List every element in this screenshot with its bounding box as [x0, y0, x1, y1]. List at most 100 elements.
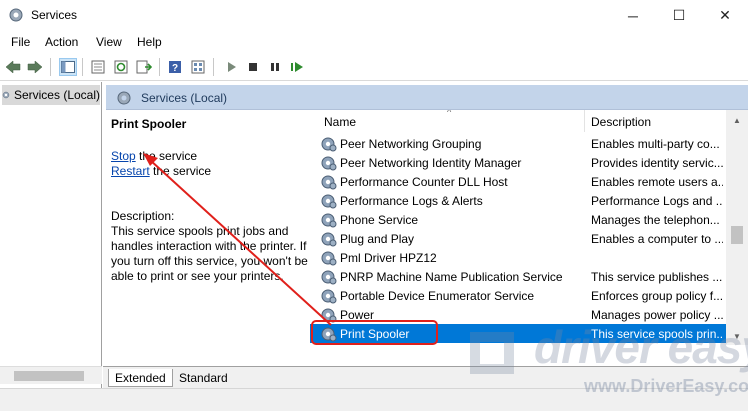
service-name: Phone Service	[340, 213, 419, 227]
service-description-cell: Enables remote users a...	[591, 175, 723, 189]
service-gear-icon	[321, 289, 337, 304]
description-label: Description:	[111, 209, 175, 223]
service-gear-icon	[321, 232, 337, 247]
stop-icon[interactable]	[244, 58, 262, 76]
tree-scroll-thumb[interactable]	[14, 371, 84, 381]
table-row[interactable]: PNRP Machine Name Publication Service Thi…	[310, 267, 726, 286]
service-description: Description: This service spools print j…	[111, 209, 309, 284]
services-gear-icon	[9, 8, 23, 22]
close-button[interactable]: ✕	[702, 0, 748, 31]
service-description-cell: Provides identity servic...	[591, 156, 723, 170]
view-icon[interactable]	[189, 58, 207, 76]
toolbar-separator	[82, 58, 83, 76]
toolbar-separator	[213, 58, 214, 76]
start-icon[interactable]	[222, 58, 240, 76]
service-description-cell: Enables a computer to ...	[591, 232, 723, 246]
service-gear-icon	[321, 156, 337, 171]
refresh-icon[interactable]	[112, 58, 130, 76]
stop-line: Stop the service	[111, 149, 197, 163]
service-gear-icon	[321, 213, 337, 228]
table-row[interactable]: Portable Device Enumerator Service Enforc…	[310, 286, 726, 305]
service-name: Portable Device Enumerator Service	[340, 289, 535, 303]
service-description-cell: Enforces group policy f...	[591, 289, 723, 303]
pane-header: Services (Local)	[106, 85, 748, 110]
tab-standard[interactable]: Standard	[173, 369, 234, 387]
services-gear-icon	[2, 91, 10, 99]
service-description-cell: Performance Logs and ...	[591, 194, 723, 208]
menu-file[interactable]: File	[11, 35, 30, 49]
sort-ascending-icon: ^	[447, 110, 452, 117]
stop-suffix: the service	[135, 149, 198, 163]
table-row[interactable]: Performance Logs & Alerts Performance Log…	[310, 191, 726, 210]
tree-horizontal-scrollbar[interactable]	[0, 366, 102, 384]
export-icon[interactable]	[135, 58, 153, 76]
service-gear-icon	[321, 194, 337, 209]
column-description[interactable]: Description	[591, 115, 651, 129]
column-header: ^ Name Description	[310, 110, 726, 132]
column-name[interactable]: Name	[324, 115, 356, 129]
forward-arrow-icon[interactable]	[26, 58, 44, 76]
service-detail-pane: Print Spooler Stop the service Restart t…	[106, 110, 309, 366]
tree-node-label: Services (Local)	[13, 88, 100, 102]
console-tree: Services (Local)	[0, 82, 102, 388]
service-name: Plug and Play	[340, 232, 415, 246]
vertical-scrollbar[interactable]: ▲ ▼	[726, 110, 748, 345]
toolbar-separator	[159, 58, 160, 76]
maximize-button[interactable]: ☐	[656, 0, 702, 31]
table-row[interactable]: Peer Networking Identity Manager Provides…	[310, 153, 726, 172]
toolbar-separator	[50, 58, 51, 76]
service-gear-icon	[321, 175, 337, 190]
view-tabs: Extended Standard	[103, 366, 748, 388]
column-separator[interactable]	[584, 110, 585, 132]
service-description-cell: Enables multi-party co...	[591, 137, 720, 151]
toolbar: ?	[0, 53, 748, 81]
table-row[interactable]: Pml Driver HPZ12	[310, 248, 726, 267]
properties-icon[interactable]	[89, 58, 107, 76]
service-name: Pml Driver HPZ12	[340, 251, 437, 265]
restart-line: Restart the service	[111, 164, 211, 178]
pause-icon[interactable]	[266, 58, 284, 76]
service-title: Print Spooler	[111, 117, 187, 131]
table-row[interactable]: Performance Counter DLL Host Enables remo…	[310, 172, 726, 191]
services-gear-icon	[117, 91, 131, 105]
tree-node-services-local[interactable]: Services (Local)	[2, 85, 100, 105]
service-description-cell: This service spools prin...	[591, 327, 723, 341]
service-name: Peer Networking Identity Manager	[340, 156, 522, 170]
svg-text:?: ?	[172, 63, 178, 74]
service-description-cell: Manages power policy ...	[591, 308, 723, 322]
stop-service-link[interactable]: Stop	[111, 149, 136, 163]
scroll-up-icon[interactable]: ▲	[733, 116, 741, 125]
title-bar: Services ─ ☐ ✕	[0, 0, 748, 31]
menu-view[interactable]: View	[96, 35, 122, 49]
window-title: Services	[31, 8, 78, 22]
restart-icon[interactable]	[288, 58, 306, 76]
scroll-thumb[interactable]	[731, 226, 743, 244]
service-gear-icon	[321, 251, 337, 266]
tab-extended[interactable]: Extended	[108, 369, 173, 387]
service-description-cell: This service publishes ...	[591, 270, 723, 284]
service-gear-icon	[321, 137, 337, 152]
service-name: Performance Logs & Alerts	[340, 194, 483, 208]
help-icon[interactable]: ?	[166, 58, 184, 76]
table-row[interactable]: Phone Service Manages the telephon...	[310, 210, 726, 229]
restart-service-link[interactable]: Restart	[111, 164, 150, 178]
menu-bar: File Action View Help	[0, 31, 748, 53]
status-bar	[0, 388, 748, 411]
service-gear-icon	[321, 270, 337, 285]
menu-help[interactable]: Help	[137, 35, 162, 49]
description-text: This service spools print jobs and handl…	[111, 224, 308, 283]
table-row[interactable]: Peer Networking Grouping Enables multi-pa…	[310, 134, 726, 153]
back-arrow-icon[interactable]	[4, 58, 22, 76]
print-spooler-highlight	[311, 320, 438, 345]
minimize-button[interactable]: ─	[610, 0, 656, 31]
restart-suffix: the service	[149, 164, 212, 178]
service-name: PNRP Machine Name Publication Service	[340, 270, 563, 284]
pane-header-title: Services (Local)	[141, 91, 228, 105]
menu-action[interactable]: Action	[45, 35, 78, 49]
service-name: Peer Networking Grouping	[340, 137, 482, 151]
table-row[interactable]: Plug and Play Enables a computer to ...	[310, 229, 726, 248]
show-tree-icon[interactable]	[59, 58, 77, 76]
service-name: Performance Counter DLL Host	[340, 175, 508, 189]
service-description-cell: Manages the telephon...	[591, 213, 720, 227]
scroll-down-icon[interactable]: ▼	[733, 332, 741, 341]
